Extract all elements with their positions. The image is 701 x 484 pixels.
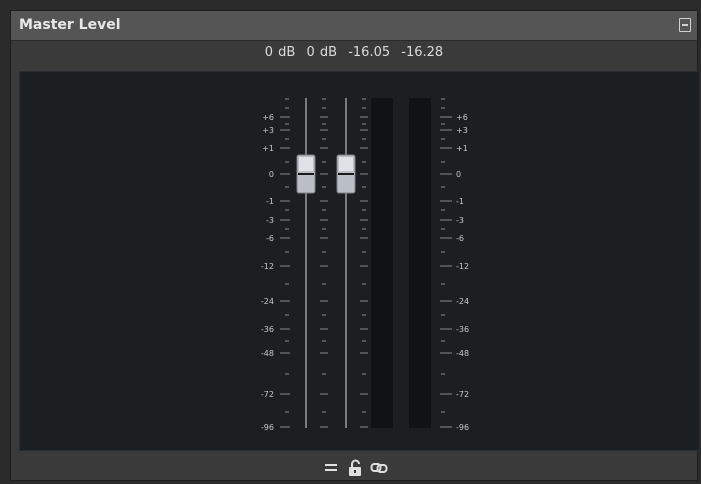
bottom-toolbar [11,455,697,482]
scale-label-left: +3 [262,126,274,135]
meter-bar-left [371,98,393,428]
scale-label-right: -48 [456,349,469,358]
scale-label-right: -3 [456,216,464,225]
scale-label-left: -1 [266,197,274,206]
peak-right-readout: 0 dB [306,45,338,60]
scale-label-left: -36 [261,325,274,334]
scale-label-right: +3 [456,126,468,135]
scale-label-left: -24 [261,297,274,306]
fader-handle-right[interactable] [336,154,356,194]
scale-label-right: -36 [456,325,469,334]
scale-label-left: +6 [262,113,274,122]
collapse-icon[interactable] [679,18,691,32]
level-right-readout: -16.28 [401,45,444,60]
scale-label-left: 0 [269,170,274,179]
master-level-panel: Master Level 0 dB 0 dB -16.05 -16.28 +6 +… [10,10,700,482]
link-icon[interactable] [368,458,390,478]
meter-area: +6 +3 +1 0 -1 -3 -6 -12 -24 -36 -48 -72 -96 +6 +3 +1 0 -… [19,71,700,451]
scale-label-left: +1 [262,144,274,153]
scale-label-left: -12 [261,262,274,271]
scale-label-right: +6 [456,113,468,122]
equal-faders-icon[interactable] [320,458,342,478]
scale-label-right: -72 [456,390,469,399]
fader-handle-left[interactable] [296,154,316,194]
level-left-readout: -16.05 [348,45,391,60]
peak-left-readout: 0 dB [264,45,296,60]
level-readouts: 0 dB 0 dB -16.05 -16.28 [11,45,697,67]
scale-label-left: -72 [261,390,274,399]
scale-label-left: -96 [261,423,274,432]
scale-label-right: +1 [456,144,468,153]
scale-label-left: -6 [266,234,274,243]
scale-label-right: -12 [456,262,469,271]
scale-label-right: -6 [456,234,464,243]
left-scale: +6 +3 +1 0 -1 -3 -6 -12 -24 -36 -48 -72 -96 [261,113,290,432]
right-scale: +6 +3 +1 0 -1 -3 -6 -12 -24 -36 -48 -72 -96 [440,113,469,432]
scale-label-right: -24 [456,297,469,306]
meter-bar-right [409,98,431,428]
scale-label-right: -96 [456,423,469,432]
panel-titlebar: Master Level [11,11,697,41]
scale-label-right: 0 [456,170,461,179]
panel-title: Master Level [19,17,121,33]
unlock-icon[interactable] [344,458,366,478]
scale-label-left: -48 [261,349,274,358]
meter-graphic: +6 +3 +1 0 -1 -3 -6 -12 -24 -36 -48 -72 -96 +6 +3 +1 0 -… [261,98,469,432]
scale-label-left: -3 [266,216,274,225]
scale-label-right: -1 [456,197,464,206]
